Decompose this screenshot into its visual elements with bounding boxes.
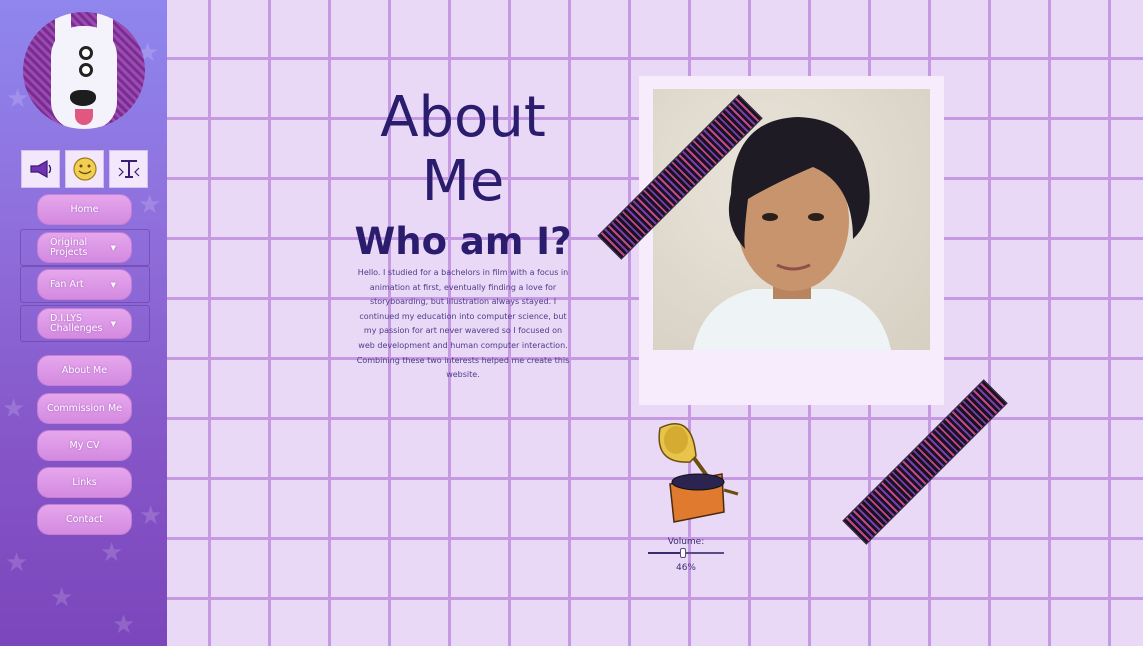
nav-links[interactable]: Links <box>37 467 132 498</box>
nav-label: Fan Art <box>50 278 84 290</box>
star-decoration: ★ <box>50 583 74 613</box>
nav-original-projects[interactable]: Original Projects ▼ <box>37 232 132 263</box>
gramophone-button[interactable] <box>652 418 746 528</box>
star-decoration: ★ <box>100 538 124 568</box>
megaphone-icon <box>29 159 51 179</box>
star-decoration: ★ <box>5 548 29 578</box>
font-size-button[interactable] <box>109 150 148 188</box>
nav-label: Links <box>72 476 97 488</box>
star-decoration: ★ <box>2 394 26 424</box>
nav-label: About Me <box>61 364 108 376</box>
volume-label: Volume: <box>667 537 705 547</box>
dog-eye <box>79 46 93 60</box>
nav-label: Contact <box>66 513 103 525</box>
nav-home[interactable]: Home <box>37 194 132 225</box>
page-title: About Me <box>380 85 546 215</box>
nav-label: D.I.LYS Challenges <box>50 312 103 334</box>
nav-label: Home <box>70 203 99 215</box>
dog-nose <box>70 90 96 106</box>
nav-commission-me[interactable]: Commission Me <box>37 393 132 424</box>
nav-about-me[interactable]: About Me <box>37 355 132 386</box>
volume-thumb[interactable] <box>679 548 686 558</box>
theme-toggle-button[interactable] <box>65 150 104 188</box>
nav-label: Commission Me <box>46 402 123 414</box>
profile-photo <box>653 89 930 350</box>
volume-value: 46% <box>675 563 696 573</box>
volume-fill <box>648 552 683 554</box>
star-decoration: ★ <box>112 610 136 640</box>
sound-toggle-button[interactable] <box>21 150 60 188</box>
nav-fan-art[interactable]: Fan Art ▼ <box>37 269 132 300</box>
text-size-icon <box>118 160 139 178</box>
portrait-illustration <box>693 117 891 350</box>
chevron-down-icon: ▼ <box>110 244 116 252</box>
nav-contact[interactable]: Contact <box>37 504 132 535</box>
bio-text: Hello. I studied for a bachelors in film… <box>356 268 570 380</box>
star-decoration: ★ <box>138 190 162 220</box>
nav-my-cv[interactable]: My CV <box>37 430 132 461</box>
nav-label: My CV <box>69 439 100 451</box>
dog-eye <box>79 63 93 77</box>
sidebar: ★ ★ ★ ★ ★ ★ ★ ★ ★ Home Original Projects… <box>0 0 167 646</box>
section-subtitle: Who am I? <box>354 220 572 263</box>
gramophone-icon <box>658 423 739 523</box>
star-decoration: ★ <box>139 501 163 531</box>
emoji-icon <box>72 157 97 181</box>
chevron-down-icon: ▼ <box>110 281 116 289</box>
photo-frame <box>639 76 944 405</box>
volume-slider[interactable] <box>648 548 724 558</box>
site-logo[interactable] <box>23 12 145 129</box>
nav-challenges[interactable]: D.I.LYS Challenges ▼ <box>37 308 132 339</box>
chevron-down-icon: ▼ <box>110 320 116 328</box>
nav-label: Original Projects <box>50 236 88 258</box>
